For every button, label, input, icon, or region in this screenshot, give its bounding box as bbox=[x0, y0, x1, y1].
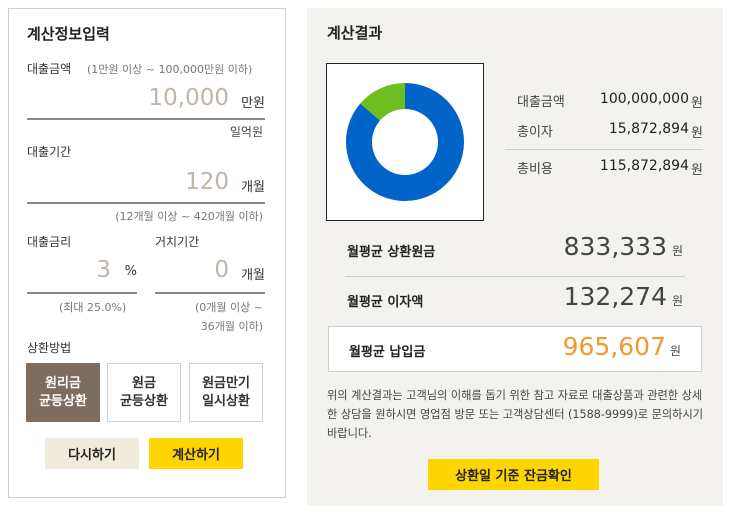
summary-total-interest-unit: 원 bbox=[691, 126, 703, 141]
grace-period-underline bbox=[155, 292, 265, 294]
donut-slice-2 bbox=[360, 83, 406, 121]
repayment-method-label: 상환방법 bbox=[27, 341, 72, 355]
balance-check-button[interactable]: 상환일 기준 잔금확인 bbox=[428, 459, 599, 490]
monthly-payment-value: 965,607 bbox=[562, 332, 666, 361]
input-panel-title: 계산정보입력 bbox=[27, 25, 110, 43]
loan-period-value: 120 bbox=[185, 169, 229, 195]
method-bullet-repayment-button[interactable]: 원금만기일시상환 bbox=[189, 363, 263, 422]
loan-amount-input[interactable]: 10,000 만원 bbox=[27, 83, 265, 117]
donut-chart bbox=[346, 83, 464, 201]
loan-amount-value: 10,000 bbox=[148, 85, 229, 111]
reset-button[interactable]: 다시하기 bbox=[45, 438, 139, 469]
grace-period-hint-1: (0개월 이상 ~ bbox=[195, 301, 263, 314]
interest-rate-value: 3 bbox=[96, 257, 111, 283]
loan-amount-unit: 만원 bbox=[241, 96, 265, 111]
monthly-payment-label: 월평균 납입금 bbox=[349, 345, 426, 360]
monthly-payment-unit: 원 bbox=[669, 344, 681, 358]
method-2-line2: 균등상환 bbox=[120, 393, 168, 409]
donut-chart-box bbox=[326, 63, 484, 221]
loan-period-underline bbox=[27, 202, 265, 204]
grace-period-hint-2: 36개월 이하) bbox=[200, 320, 263, 333]
result-panel-title: 계산결과 bbox=[327, 24, 383, 42]
summary-total-cost-unit: 원 bbox=[691, 163, 703, 178]
input-panel: 계산정보입력 대출금액 (1만원 이상 ~ 100,000만원 이하) 10,0… bbox=[8, 8, 286, 498]
monthly-principal-unit: 원 bbox=[671, 244, 683, 258]
interest-rate-underline bbox=[27, 292, 137, 294]
summary-loan-amount-label: 대출금액 bbox=[517, 95, 565, 110]
result-panel: 계산결과 대출금액 100,000,000 원 총이자 15,872,894 원… bbox=[307, 8, 723, 506]
monthly-interest-value: 132,274 bbox=[563, 282, 667, 311]
monthly-interest-label: 월평균 이자액 bbox=[347, 295, 424, 310]
interest-rate-input[interactable]: 3 % bbox=[27, 255, 137, 289]
grace-period-value: 0 bbox=[214, 257, 229, 283]
summary-total-cost-value: 115,872,894 bbox=[599, 158, 689, 174]
summary-total-cost-label: 총비용 bbox=[517, 162, 553, 177]
summary-total-interest-label: 총이자 bbox=[517, 125, 553, 140]
summary-loan-amount-value: 100,000,000 bbox=[599, 91, 689, 107]
calculate-button[interactable]: 계산하기 bbox=[149, 438, 243, 469]
monthly-interest-unit: 원 bbox=[671, 294, 683, 308]
loan-period-label: 대출기간 bbox=[27, 145, 72, 159]
method-2-line1: 원금 bbox=[132, 375, 156, 391]
method-equal-principal-interest-button[interactable]: 원리금균등상환 bbox=[26, 363, 100, 422]
method-1-line1: 원리금 bbox=[45, 375, 81, 391]
loan-amount-korean: 일억원 bbox=[229, 125, 263, 139]
method-1-line2: 균등상환 bbox=[39, 393, 87, 409]
interest-rate-label: 대출금리 bbox=[27, 235, 72, 249]
monthly-divider bbox=[345, 276, 685, 277]
result-notice: 위의 계산결과는 고객님의 이해를 돕기 위한 참고 자료로 대출상품과 관련한… bbox=[327, 389, 704, 440]
loan-period-unit: 개월 bbox=[241, 180, 265, 195]
monthly-payment-box: 월평균 납입금 965,607 원 bbox=[328, 326, 702, 372]
interest-rate-hint: (최대 25.0%) bbox=[59, 301, 127, 314]
summary-loan-amount-unit: 원 bbox=[691, 96, 703, 111]
method-3-line1: 원금만기 bbox=[202, 375, 250, 391]
grace-period-input[interactable]: 0 개월 bbox=[155, 255, 265, 289]
loan-amount-label: 대출금액 bbox=[27, 62, 72, 76]
loan-period-hint: (12개월 이상 ~ 420개월 이하) bbox=[115, 210, 263, 223]
summary-divider bbox=[505, 149, 703, 150]
method-equal-principal-button[interactable]: 원금균등상환 bbox=[107, 363, 181, 422]
grace-period-label: 거치기간 bbox=[155, 235, 200, 249]
monthly-principal-label: 월평균 상환원금 bbox=[347, 245, 436, 260]
loan-amount-underline bbox=[27, 118, 265, 120]
method-3-line2: 일시상환 bbox=[202, 393, 250, 409]
summary-total-interest-value: 15,872,894 bbox=[608, 121, 689, 137]
interest-rate-unit: % bbox=[124, 264, 137, 279]
loan-amount-hint: (1만원 이상 ~ 100,000만원 이하) bbox=[87, 63, 253, 76]
monthly-principal-value: 833,333 bbox=[563, 232, 667, 261]
grace-period-unit: 개월 bbox=[241, 268, 265, 283]
loan-period-input[interactable]: 120 개월 bbox=[27, 167, 265, 201]
